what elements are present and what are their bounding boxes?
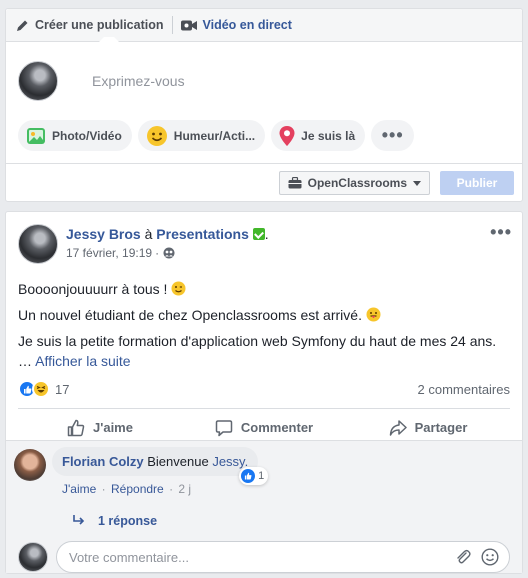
post-see-more-line: … Afficher la suite [18,352,510,370]
commenter-avatar[interactable] [14,449,46,481]
page-name-link[interactable]: Presentations [156,226,249,242]
page-selector[interactable]: OpenClassrooms [278,171,430,195]
verified-badge-icon [252,228,265,240]
speech-bubble-icon [215,419,233,436]
write-comment-row: Votre commentaire... [6,528,522,573]
author-avatar[interactable] [18,224,58,264]
check-in-button[interactable]: Je suis là [271,120,366,151]
post-line-1-text: Boooonjouuuurr à tous ! [18,281,168,297]
thumbs-up-icon [67,419,85,436]
tongue-emoji-icon [366,307,381,322]
view-replies-link[interactable]: 1 réponse [6,496,522,528]
comment-actions: J'aime · Répondre · 2 j [62,482,258,496]
post-line-2: Un nouvel étudiant de chez Openclassroom… [18,306,510,324]
author-line: Jessy Bros à Presentations . [66,226,269,242]
reply-arrow-icon [73,515,85,525]
photo-video-button[interactable]: Photo/Vidéo [18,120,132,151]
chevron-down-icon [413,180,421,186]
like-reaction-icon [241,469,256,483]
current-user-avatar[interactable] [18,542,48,572]
briefcase-icon [288,177,302,189]
composer-footer: OpenClassrooms Publier [6,163,522,202]
commenter-name-link[interactable]: Florian Colzy [62,454,144,469]
post-body: Boooonjouuuurr à tous ! Un nouvel étudia… [6,264,522,370]
photo-video-label: Photo/Vidéo [52,128,122,143]
author-name-link[interactable]: Jessy Bros [66,226,141,242]
comment-bubble: Florian Colzy Bienvenue Jessy. [52,447,259,476]
reactions-summary[interactable]: 17 [18,380,69,398]
composer-input-row: Exprimez-vous [6,42,522,108]
photo-icon [27,127,45,144]
author-at-text: à [144,226,153,242]
ellipsis: … [18,353,32,369]
comments-count-link[interactable]: 2 commentaires [418,382,510,397]
more-icon: ••• [381,125,404,145]
post-options-icon[interactable]: ••• [490,222,512,243]
composer-card: Créer une publication Vidéo en direct Ex… [5,8,523,202]
post-stats: 17 2 commentaires [6,376,522,402]
publish-button[interactable]: Publier [440,171,514,195]
comment-reply-link[interactable]: Répondre [111,482,164,496]
like-label: J'aime [93,420,133,435]
post-time-line: 17 février, 19:19 · [66,246,269,260]
wink-emoji-icon [171,281,186,296]
tab-live-video-label: Vidéo en direct [202,18,292,32]
action-separator: · [169,482,174,496]
see-more-link[interactable]: Afficher la suite [35,353,130,369]
composer-tabs: Créer une publication Vidéo en direct [6,9,522,43]
comment-text: Bienvenue [147,454,209,469]
post-header: Jessy Bros à Presentations . 17 février,… [6,212,522,264]
replies-count-label: 1 réponse [98,514,158,528]
video-camera-icon [180,20,197,30]
user-avatar[interactable] [18,61,58,101]
comment-reactions[interactable]: 1 [239,467,269,485]
post-line-2-text: Un nouvel étudiant de chez Openclassroom… [18,307,362,323]
tab-create-post-label: Créer une publication [35,18,164,32]
comment-content: Florian Colzy Bienvenue Jessy. 1 J'aime … [52,447,269,496]
location-pin-icon [279,125,295,146]
comment-timestamp[interactable]: 2 j [178,482,191,496]
share-arrow-icon [389,419,407,436]
comment-mention-link[interactable]: Jessy. [212,454,248,469]
comment-reaction-count: 1 [258,470,265,482]
more-options-button[interactable]: ••• [371,120,415,151]
comment-item: Florian Colzy Bienvenue Jessy. 1 J'aime … [6,441,522,496]
post-meta: Jessy Bros à Presentations . 17 février,… [66,224,269,264]
mood-activity-label: Humeur/Acti... [173,128,256,143]
check-in-label: Je suis là [301,128,356,143]
tab-live-video[interactable]: Vidéo en direct [180,9,292,42]
comment-input-placeholder: Votre commentaire... [69,549,189,565]
comment-label: Commenter [240,420,314,435]
action-separator: · [101,482,106,496]
reaction-count: 17 [55,381,70,397]
audience-group-icon[interactable] [163,247,175,259]
smiley-icon [146,125,167,146]
page-selector-label: OpenClassrooms [307,176,407,190]
post-line-3: Je suis la petite formation d'applicatio… [18,332,510,350]
post-timestamp[interactable]: 17 février, 19:19 [66,246,152,260]
comment-input[interactable]: Votre commentaire... [56,541,510,573]
composer-input[interactable]: Exprimez-vous [92,73,185,89]
pencil-icon [17,20,28,31]
tab-create-post[interactable]: Créer une publication [16,9,164,43]
composer-options: Photo/Vidéo Humeur/Acti... Je suis là ••… [6,120,522,151]
post-line-1: Boooonjouuuurr à tous ! [18,280,510,298]
share-label: Partager [414,420,468,435]
tab-divider [171,16,173,34]
comments-section: Florian Colzy Bienvenue Jessy. 1 J'aime … [6,440,522,573]
post-line-3-text: Je suis la petite formation d'applicatio… [18,333,497,349]
haha-reaction-icon [32,380,50,398]
comment-like-link[interactable]: J'aime [62,482,96,496]
paperclip-icon[interactable] [455,549,471,565]
post-card: Jessy Bros à Presentations . 17 février,… [5,211,523,574]
emoji-picker-icon[interactable] [481,548,499,566]
mood-activity-button[interactable]: Humeur/Acti... [137,120,266,151]
time-separator: · [155,246,160,260]
